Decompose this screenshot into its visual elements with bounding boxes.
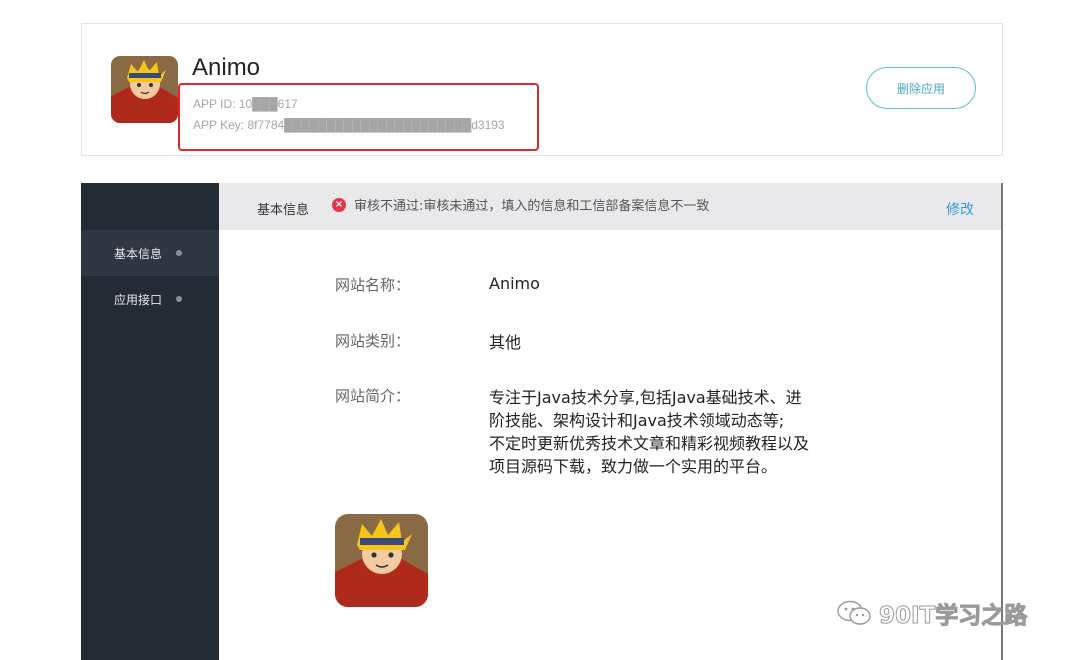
site-category-value: 其他 bbox=[489, 333, 522, 352]
app-key-text: APP Key: 8f7784██████████████████████d31… bbox=[193, 118, 505, 132]
app-detail-panel: 基本信息 应用接口 基本信息 × 审核不通过:审核未通过，填入的信息和工信部备案… bbox=[81, 183, 1003, 660]
sidebar-item-basic-info[interactable]: 基本信息 bbox=[81, 230, 219, 276]
site-intro-line: 专注于Java技术分享,包括Java基础技术、进 bbox=[489, 388, 802, 407]
review-status-message: 审核不通过:审核未通过，填入的信息和工信部备案信息不一致 bbox=[354, 199, 710, 214]
site-logo-image bbox=[335, 514, 428, 607]
sidebar-item-label: 应用接口 bbox=[114, 292, 163, 307]
site-intro-label: 网站简介： bbox=[335, 387, 411, 405]
app-avatar-image bbox=[111, 56, 178, 123]
site-category-label: 网站类别： bbox=[335, 332, 411, 350]
site-intro-line: 不定时更新优秀技术文章和精彩视频教程以及 bbox=[489, 434, 810, 453]
sidebar: 基本信息 应用接口 bbox=[81, 183, 219, 660]
sidebar-item-app-interface[interactable]: 应用接口 bbox=[81, 276, 219, 322]
site-logo bbox=[335, 514, 428, 607]
site-intro-line: 项目源码下载，致力做一个实用的平台。 bbox=[489, 457, 778, 476]
watermark-text: 90IT学习之路 bbox=[878, 603, 1028, 630]
app-id-text: APP ID: 10███617 bbox=[193, 97, 298, 111]
section-title: 基本信息 bbox=[257, 203, 310, 218]
app-name: Animo bbox=[192, 54, 261, 81]
main-content: 基本信息 × 审核不通过:审核未通过，填入的信息和工信部备案信息不一致 修改 网… bbox=[219, 183, 1001, 660]
dot-icon bbox=[176, 250, 183, 256]
wechat-icon bbox=[837, 600, 871, 625]
site-name-label: 网站名称： bbox=[335, 276, 411, 294]
edit-link[interactable]: 修改 bbox=[946, 199, 974, 219]
site-intro-line: 阶技能、架构设计和Java技术领域动态等; bbox=[489, 411, 785, 430]
app-card: Animo APP ID: 10███617 APP Key: 8f7784██… bbox=[81, 23, 1003, 156]
site-name-value: Animo bbox=[489, 274, 540, 293]
section-header: 基本信息 × 审核不通过:审核未通过，填入的信息和工信部备案信息不一致 修改 bbox=[219, 183, 1001, 230]
dot-icon bbox=[176, 296, 183, 302]
delete-app-button[interactable]: 删除应用 bbox=[866, 67, 976, 109]
credentials-highlight-box: APP ID: 10███617 APP Key: 8f7784████████… bbox=[178, 83, 539, 151]
watermark: 90IT学习之路 bbox=[837, 596, 1028, 630]
error-icon: × bbox=[332, 198, 346, 212]
app-avatar bbox=[111, 56, 178, 123]
sidebar-item-label: 基本信息 bbox=[114, 246, 163, 261]
